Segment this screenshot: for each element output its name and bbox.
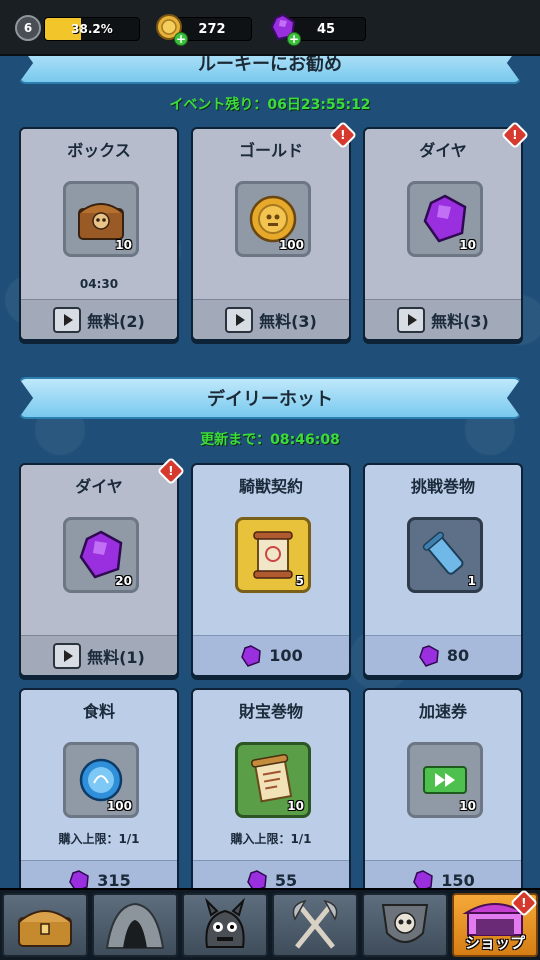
- card-title: 財宝巻物: [238, 702, 303, 721]
- nav-tab-monster[interactable]: [182, 893, 268, 957]
- skull-shield-icon: [381, 904, 429, 943]
- free-claim-button[interactable]: 無料(2): [21, 299, 177, 339]
- item-quantity: 10: [115, 238, 132, 252]
- item-quantity: 100: [106, 799, 132, 813]
- item-box: 10: [407, 742, 483, 818]
- level-badge: 6: [15, 15, 41, 41]
- offer-card-speed-ticket[interactable]: 加速券 10 150: [363, 688, 523, 902]
- xp-percent: 38.2%: [71, 22, 113, 36]
- card-title: 食料: [82, 702, 115, 721]
- play-video-icon: [225, 306, 254, 333]
- price-label: 無料(2): [87, 311, 145, 331]
- item-box: 20: [63, 517, 139, 593]
- item-box: 10: [235, 742, 311, 818]
- item-box: 1: [407, 517, 483, 593]
- card-title: ダイヤ: [75, 477, 123, 496]
- purchase-limit: 購入上限：1/1: [230, 832, 312, 846]
- section-ribbon-daily-hot: デイリーホット: [18, 377, 522, 419]
- card-title: ダイヤ: [419, 141, 467, 160]
- add-gem-icon[interactable]: +: [287, 32, 301, 46]
- item-quantity: 10: [459, 238, 476, 252]
- play-video-icon: [53, 642, 82, 669]
- price-label: 無料(1): [87, 647, 145, 667]
- add-gold-icon[interactable]: +: [174, 32, 188, 46]
- nav-tab-shop[interactable]: ショップ !: [452, 888, 539, 957]
- card-title: 挑戦巻物: [410, 477, 475, 496]
- refresh-countdown: 更新まで：08:46:08: [200, 432, 340, 448]
- cooldown-timer: 04:30: [79, 277, 119, 291]
- status-bar: 6 38.2% + 272 + 45: [0, 0, 540, 56]
- nav-tab-chest[interactable]: [2, 893, 88, 957]
- offer-card-challenge-scroll[interactable]: 挑戦巻物 1 80: [363, 463, 523, 677]
- item-box: 5: [235, 517, 311, 593]
- buy-button[interactable]: 80: [365, 635, 521, 675]
- xp-bar: 38.2%: [44, 17, 140, 41]
- item-quantity: 1: [467, 574, 476, 588]
- event-countdown: イベント残り：06日23:55:12: [169, 97, 371, 113]
- play-video-icon: [397, 306, 426, 333]
- gem-icon[interactable]: +: [268, 12, 301, 46]
- gem-icon: [419, 644, 439, 667]
- price-label: 無料(3): [259, 311, 317, 331]
- offer-card-gold[interactable]: ゴールド 100 無料(3) !: [191, 120, 358, 341]
- free-claim-button[interactable]: 無料(3): [365, 299, 521, 339]
- price-label: 80: [446, 646, 470, 665]
- offer-card-food[interactable]: 食料 100 購入上限：1/1 315: [19, 688, 179, 902]
- item-quantity: 10: [287, 799, 304, 813]
- price-label: 100: [269, 646, 303, 665]
- offer-card-treasure-scroll[interactable]: 財宝巻物 10 購入上限：1/1 55: [191, 688, 351, 902]
- price-label: 無料(3): [431, 311, 489, 331]
- item-box: 10: [407, 181, 483, 257]
- item-quantity: 5: [295, 574, 304, 588]
- card-title: 騎獣契約: [238, 477, 303, 496]
- nav-tab-guild[interactable]: [362, 893, 448, 957]
- offer-card-diamond[interactable]: ダイヤ 10 無料(3) !: [363, 120, 530, 341]
- offer-card-mount-contract[interactable]: 騎獣契約 5 100: [191, 463, 351, 677]
- play-video-icon: [53, 306, 82, 333]
- nav-label-shop: ショップ: [464, 934, 525, 952]
- item-quantity: 10: [459, 799, 476, 813]
- card-title: ゴールド: [238, 141, 303, 160]
- item-quantity: 100: [278, 238, 304, 252]
- nav-tab-weapons[interactable]: [272, 893, 358, 957]
- gold-coin-icon[interactable]: +: [155, 12, 188, 46]
- offer-card-diamond-daily[interactable]: ダイヤ 20 無料(1) !: [19, 456, 186, 677]
- purchase-limit: 購入上限：1/1: [58, 832, 140, 846]
- item-box: 100: [235, 181, 311, 257]
- cave-icon: [105, 902, 165, 949]
- free-claim-button[interactable]: 無料(3): [193, 299, 349, 339]
- offer-card-box[interactable]: ボックス 10 04:30 無料(2): [19, 127, 179, 341]
- card-title: ボックス: [67, 141, 131, 160]
- free-claim-button[interactable]: 無料(1): [21, 635, 177, 675]
- treasure-chest-icon: [18, 910, 72, 947]
- gem-icon: [241, 644, 262, 667]
- challenge-scroll-icon: [422, 531, 464, 575]
- item-box: 100: [63, 742, 139, 818]
- bottom-nav: ショップ !: [0, 888, 540, 960]
- card-title: 加速券: [418, 702, 467, 721]
- item-quantity: 20: [115, 574, 132, 588]
- buy-button[interactable]: 100: [193, 635, 349, 675]
- crossed-axes-icon: [292, 899, 338, 949]
- item-box: 10: [63, 181, 139, 257]
- monster-icon: [204, 897, 246, 948]
- mount-contract-scroll-icon: [253, 531, 293, 579]
- nav-tab-cave[interactable]: [92, 893, 178, 957]
